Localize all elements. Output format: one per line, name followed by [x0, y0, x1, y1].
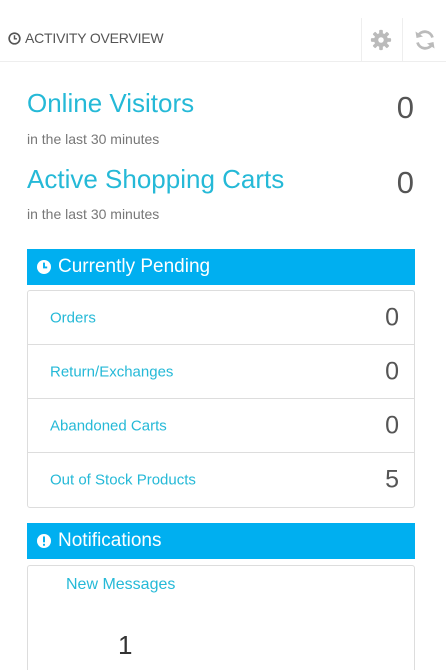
- pending-item-value: 0: [385, 411, 399, 439]
- notifications-title: Notifications: [58, 530, 162, 551]
- pending-item-label[interactable]: Abandoned Carts: [50, 417, 167, 434]
- panel-heading: ACTIVITY OVERVIEW: [0, 0, 446, 62]
- gear-icon: [370, 29, 391, 51]
- pending-item-label[interactable]: Return/Exchanges: [50, 363, 173, 380]
- active-carts-value: 0: [396, 165, 414, 200]
- currently-pending-title: Currently Pending: [58, 256, 211, 277]
- currently-pending-header: Currently Pending: [27, 249, 415, 285]
- new-messages-link[interactable]: New Messages: [66, 576, 175, 594]
- pending-item-abandoned-carts[interactable]: Abandoned Carts 0: [28, 399, 414, 453]
- notifications-box: New Messages 1: [27, 565, 415, 670]
- pending-item-value: 0: [385, 357, 399, 385]
- clock-icon: [8, 31, 21, 45]
- notifications-header: Notifications: [27, 523, 415, 559]
- pending-item-returns[interactable]: Return/Exchanges 0: [28, 345, 414, 399]
- online-visitors-value: 0: [396, 90, 414, 125]
- panel-title: ACTIVITY OVERVIEW: [8, 30, 164, 46]
- new-messages-value: 1: [118, 630, 133, 660]
- pending-item-label[interactable]: Out of Stock Products: [50, 472, 196, 489]
- online-visitors-link[interactable]: Online Visitors: [27, 88, 194, 119]
- pending-item-out-of-stock[interactable]: Out of Stock Products 5: [28, 453, 414, 507]
- online-visitors-subtext: in the last 30 minutes: [27, 131, 160, 147]
- active-carts-link[interactable]: Active Shopping Carts: [27, 164, 284, 195]
- clock-icon: [37, 260, 51, 274]
- active-carts-subtext: in the last 30 minutes: [27, 206, 160, 222]
- refresh-icon: [415, 30, 434, 50]
- pending-item-label[interactable]: Orders: [50, 309, 96, 326]
- refresh-button[interactable]: [402, 18, 446, 62]
- pending-item-value: 0: [385, 303, 399, 331]
- configure-button[interactable]: [361, 18, 399, 62]
- pending-list: Orders 0 Return/Exchanges 0 Abandoned Ca…: [27, 290, 415, 508]
- panel-title-text: ACTIVITY OVERVIEW: [25, 30, 164, 46]
- pending-item-orders[interactable]: Orders 0: [28, 291, 414, 345]
- pending-item-value: 5: [385, 465, 399, 494]
- exclamation-circle-icon: [37, 534, 51, 548]
